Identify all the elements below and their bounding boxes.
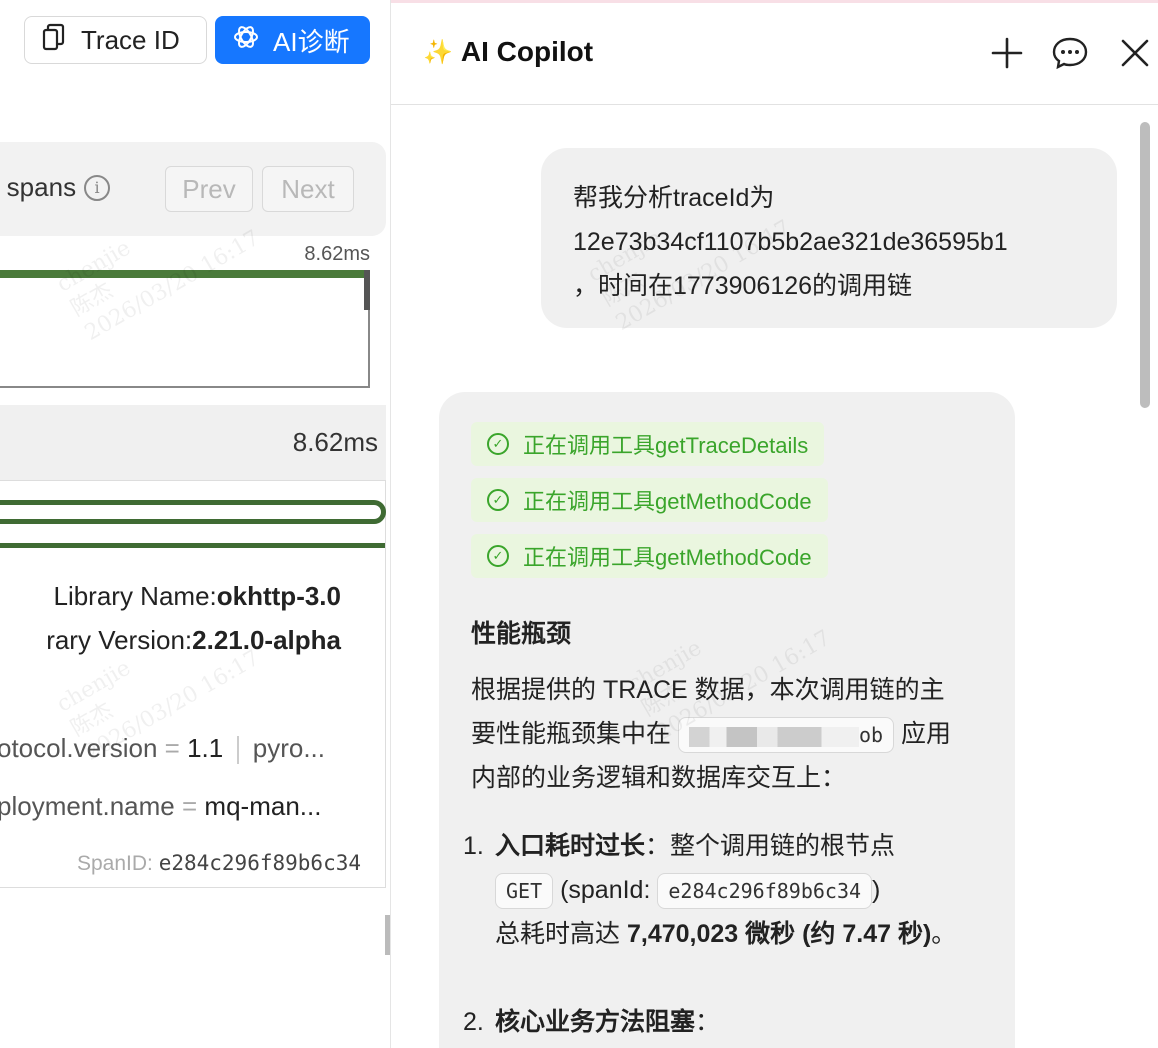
span-duration-bar[interactable] [0, 500, 386, 524]
chat-scrollbar[interactable] [1140, 122, 1150, 408]
close-icon[interactable] [1115, 33, 1155, 73]
tag-deployment-name[interactable]: ployment.name = mq-man... [0, 791, 321, 822]
minimap-handle[interactable] [364, 270, 370, 310]
tag-protocol-version[interactable]: otocol.version = 1.1 pyro... [0, 733, 325, 765]
selected-span-row[interactable]: 8.62ms [0, 405, 386, 481]
check-circle-icon: ✓ [487, 489, 509, 511]
library-name: Library Name:okhttp-3.0 [53, 581, 341, 611]
spans-count: 7 spans i [0, 172, 111, 203]
inline-code: e284c296f89b6c34 [657, 873, 873, 910]
sparkles-icon: ✨ [423, 38, 453, 66]
copy-icon [41, 23, 67, 58]
span-bar-underline [0, 543, 385, 548]
timeline-duration: 8.62ms [304, 243, 370, 265]
ai-diagnosis-button[interactable]: AI诊断 [215, 16, 370, 64]
plus-icon[interactable] [987, 33, 1027, 73]
tool-call-status: ✓ 正在调用工具getMethodCode [471, 478, 828, 522]
library-version: rary Version:2.21.0-alpha [46, 625, 341, 655]
timeline-minimap[interactable] [0, 270, 370, 388]
prev-button[interactable]: Prev [165, 166, 253, 212]
list-item: 1. 入口耗时过长：整个调用链的根节点 GET (spanId: e284c29… [463, 832, 957, 948]
span-id: SpanID: e284c296f89b6c34 [76, 851, 361, 875]
trace-id-label: Trace ID [81, 24, 180, 55]
inline-code: GET [495, 873, 554, 910]
copilot-title: ✨ AI Copilot [423, 36, 594, 67]
next-button[interactable]: Next [262, 166, 354, 212]
ai-copilot-panel: ✨ AI Copilot 帮我分析traceId为 12e73b34cf1107… [390, 0, 1158, 1048]
tool-call-status: ✓ 正在调用工具getMethodCode [471, 534, 828, 578]
assistant-message: ✓ 正在调用工具getTraceDetails ✓ 正在调用工具getMetho… [439, 392, 1015, 1048]
tool-call-status: ✓ 正在调用工具getTraceDetails [471, 422, 825, 466]
copilot-header: ✨ AI Copilot [391, 0, 1158, 105]
info-icon[interactable]: i [84, 174, 111, 201]
trace-panel: Trace ID AI诊断 7 spans i Prev Next 8.62ms… [0, 0, 390, 1048]
analysis-paragraph: 根据提供的 TRACE 数据，本次调用链的主 要性能瓶颈集中在 ob 应用 内部… [471, 676, 952, 792]
span-duration: 8.62ms [292, 427, 378, 457]
user-message: 帮我分析traceId为 12e73b34cf1107b5b2ae321de36… [541, 148, 1117, 328]
trace-id-button[interactable]: Trace ID [24, 16, 207, 64]
section-heading: 性能瓶颈 [471, 620, 572, 648]
list-item: 2. 核心业务方法阻塞： [463, 1008, 721, 1036]
check-circle-icon: ✓ [487, 545, 509, 567]
openai-icon [231, 22, 261, 59]
inline-code-app-name: ob [677, 717, 895, 754]
divider [237, 736, 239, 765]
check-circle-icon: ✓ [487, 433, 509, 455]
chat-icon[interactable] [1050, 33, 1090, 73]
redacted-text [688, 726, 859, 747]
span-detail-card: Library Name:okhttp-3.0 rary Version:2.2… [0, 480, 386, 888]
ai-diagnosis-label: AI诊断 [273, 26, 350, 57]
